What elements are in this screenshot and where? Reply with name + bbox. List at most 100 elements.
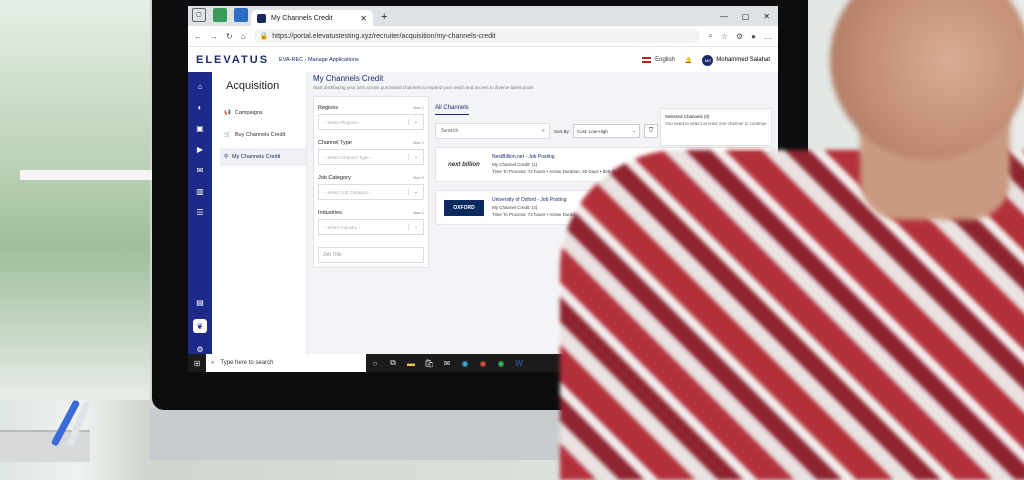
industries-label: Industries — [318, 210, 342, 216]
collections-icon[interactable] — [234, 8, 248, 22]
chat-icon[interactable]: ✉ — [197, 166, 204, 175]
avatar[interactable]: MS — [702, 54, 714, 66]
close-window-icon[interactable]: ✕ — [763, 12, 770, 21]
home-icon[interactable]: ⌂ — [241, 32, 246, 41]
subnav-item-buy-channels-credit[interactable]: 🛒 Buy Channels Credit — [220, 126, 306, 144]
tab-title: My Channels Credit — [271, 14, 333, 22]
url-text: https://portal.elevatustesting.xyz/recru… — [272, 32, 496, 40]
browser-tabbar: ▢ My Channels Credit ✕ + — ▢ ✕ — [188, 6, 778, 26]
file-explorer-icon[interactable]: ▬ — [402, 359, 420, 368]
filter-icon[interactable]: ⛉ — [644, 124, 659, 138]
zoom-icon[interactable]: ⌕ — [708, 31, 712, 41]
job-category-label: Job Category — [318, 175, 351, 181]
window-controls: — ▢ ✕ — [720, 12, 778, 26]
user-name[interactable]: Mohammed Salahat — [716, 57, 770, 63]
elevatus-bot-icon[interactable]: ❦ — [193, 319, 207, 333]
tab-groups-icon[interactable] — [213, 8, 227, 22]
sort-label: Sort By: — [554, 128, 571, 134]
video-icon[interactable]: ▶ — [197, 145, 203, 154]
regions-select[interactable]: -- Select Regions -- ⌄ — [318, 114, 424, 130]
task-view-icon[interactable]: ⧉ — [384, 358, 402, 368]
profile-icon[interactable]: ● — [751, 32, 756, 41]
megaphone-icon: 📢 — [224, 110, 231, 116]
acquisition-subnav: Acquisition 📢 Campaigns 🛒 Buy Channels C… — [212, 72, 307, 354]
channel-type-label: Channel Type — [318, 140, 352, 146]
channel-title: NextBillion.net - Job Posting — [492, 154, 555, 160]
filters-panel: Regions Max 1 -- Select Regions -- ⌄ Chann… — [313, 96, 429, 268]
whatsapp-icon[interactable]: ◉ — [492, 359, 510, 368]
back-icon[interactable]: ← — [194, 32, 202, 41]
job-category-select[interactable]: -- Select Job Category -- ⌄ — [318, 184, 424, 200]
lock-icon: 🔒 — [259, 33, 269, 40]
chevron-down-icon: ⌄ — [408, 224, 423, 230]
taskbar-search-input[interactable]: ⌕ Type here to search — [206, 354, 366, 372]
edge-icon[interactable]: ◉ — [456, 359, 474, 368]
us-flag-icon — [642, 57, 652, 63]
clipboard-icon[interactable]: ▤ — [196, 298, 204, 307]
dashboard-icon[interactable]: ◐ — [198, 103, 203, 112]
extensions-icon[interactable]: ⚙ — [736, 32, 743, 41]
regions-max: Max 1 — [413, 105, 424, 110]
sort-select[interactable]: Cost: Low-High ⌄ — [573, 124, 641, 138]
maximize-icon[interactable]: ▢ — [742, 12, 750, 21]
analytics-icon[interactable]: ▥ — [196, 187, 204, 196]
job-category-max: Max 3 — [413, 175, 424, 180]
regions-label: Regions — [318, 105, 339, 111]
chevron-down-icon: ⌄ — [408, 154, 423, 160]
jobs-icon[interactable]: ▣ — [196, 124, 204, 133]
cart-icon: 🛒 — [224, 132, 231, 138]
page-description: Start distributing your jobs across purc… — [313, 85, 534, 90]
store-icon[interactable]: 🛍 — [420, 359, 438, 368]
browser-tab[interactable]: My Channels Credit ✕ — [251, 10, 373, 26]
oxford-logo: OXFORD — [444, 199, 484, 216]
refresh-icon[interactable]: ↻ — [226, 32, 233, 41]
industries-select[interactable]: -- Select Industry -- ⌄ — [318, 219, 424, 235]
window-icon[interactable]: ▢ — [192, 8, 206, 22]
favorite-icon[interactable]: ☆ — [721, 32, 728, 41]
settings-icon[interactable]: ⚙ — [196, 345, 203, 354]
mail-icon[interactable]: ✉ — [438, 359, 456, 368]
word-icon[interactable]: W — [510, 359, 528, 368]
selected-channels-title: Selected Channels (0) — [665, 114, 710, 119]
search-input[interactable]: Search ⌕ — [435, 123, 550, 139]
language-selector[interactable]: English — [642, 57, 675, 63]
subnav-item-my-channels-credit[interactable]: ⚲ My Channels Credit — [220, 148, 306, 166]
url-field[interactable]: 🔒 https://portal.elevatustesting.xyz/rec… — [253, 29, 701, 43]
sort-control: Sort By: Cost: Low-High ⌄ — [554, 124, 641, 138]
search-icon: ⌕ — [541, 127, 545, 134]
elevatus-logo[interactable]: ELEVATUS — [196, 54, 269, 66]
close-tab-icon[interactable]: ✕ — [360, 14, 367, 23]
new-tab-icon[interactable]: + — [381, 11, 387, 23]
channel-meta: Time To Process: 72 hours • Active Durat… — [492, 169, 617, 174]
page-title: My Channels Credit — [313, 74, 384, 83]
address-bar: ← → ↻ ⌂ 🔒 https://portal.elevatustesting… — [188, 26, 778, 47]
app-subtitle: EVA-REC - Manage Applications — [279, 57, 359, 63]
industries-max: Max 1 — [413, 210, 424, 215]
background-window — [0, 0, 150, 400]
job-title-input[interactable]: Job Title — [318, 247, 424, 263]
search-icon: ⌕ — [211, 359, 215, 366]
subnav-item-campaigns[interactable]: 📢 Campaigns — [220, 104, 306, 122]
tab-all-channels[interactable]: All Channels — [435, 105, 469, 115]
list-icon[interactable]: ☰ — [196, 208, 203, 217]
chrome-icon[interactable]: ◉ — [474, 359, 492, 368]
icon-rail: ⌂ ◐ ▣ ▶ ✉ ▥ ☰ ▤ ❦ ⚙ — [188, 72, 212, 354]
channel-icon: ⚲ — [224, 154, 229, 160]
channel-credit: My Channel Credit: (1) — [492, 162, 538, 167]
app-header: ELEVATUS EVA-REC - Manage Applications E… — [188, 47, 778, 74]
channel-type-select[interactable]: -- Select Channel Type -- ⌄ — [318, 149, 424, 165]
windows-start-icon[interactable]: ⊞ — [188, 359, 206, 368]
window-frame — [20, 170, 160, 180]
menu-icon[interactable]: … — [764, 32, 772, 41]
favicon-icon — [257, 13, 266, 23]
chevron-down-icon: ⌄ — [632, 128, 637, 133]
cortana-icon[interactable]: ○ — [366, 359, 384, 368]
nextbillion-logo: next billion — [448, 161, 480, 168]
forward-icon[interactable]: → — [210, 32, 218, 41]
minimize-icon[interactable]: — — [720, 12, 728, 21]
home-nav-icon[interactable]: ⌂ — [198, 82, 203, 91]
selected-channels-message: You need to select at least one channel … — [665, 121, 767, 126]
bell-icon[interactable]: 🔔 — [685, 57, 692, 64]
channel-type-max: Max 1 — [413, 140, 424, 145]
subnav-title: Acquisition — [226, 80, 280, 92]
